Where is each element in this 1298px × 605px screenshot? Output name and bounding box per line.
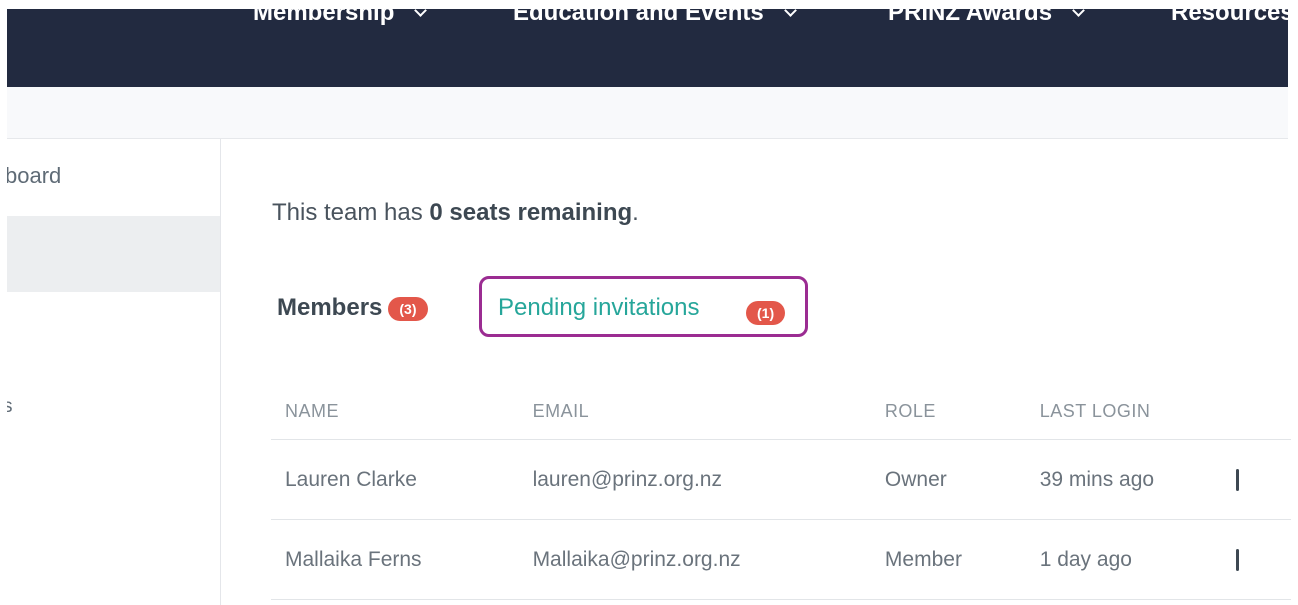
member-email: Mallaika@prinz.org.nz [518, 519, 871, 600]
column-header-email: EMAIL [518, 384, 871, 440]
count-badge: (1) [746, 301, 786, 325]
member-name: Lauren Clarke [271, 439, 519, 520]
column-header-role: ROLE [870, 384, 1026, 440]
member-role: Owner [870, 439, 1026, 520]
sidebar-item-label: board [7, 163, 62, 188]
nav-item-membership[interactable]: Membership [253, 9, 428, 31]
count-badge: (3) [388, 296, 428, 321]
table-row: Mallaika Ferns Mallaika@prinz.org.nz Mem… [271, 519, 1291, 600]
sidebar-item-label: s [7, 396, 13, 417]
member-last-login: 39 mins ago [1025, 439, 1235, 520]
tab-pending-invitations[interactable]: Pending invitations (1) [479, 276, 808, 337]
tab-label: Members [277, 294, 383, 321]
main-content: This team has 0 seats remaining. Members… [221, 139, 1291, 605]
member-role: Member [870, 519, 1026, 600]
sidebar-item-dashboard[interactable]: board [7, 163, 218, 189]
table-row: Lauren Clarke lauren@prinz.org.nz Owner … [271, 439, 1291, 520]
column-header-name: NAME [271, 384, 519, 440]
top-navigation-bar: Membership Education and Events PRINZ Aw… [7, 9, 1288, 87]
nav-item-label: Membership [253, 9, 395, 26]
sidebar-item-active[interactable] [7, 216, 220, 292]
sidebar-item-truncated[interactable]: s [7, 396, 216, 418]
seats-remaining-count: 0 seats remaining [429, 199, 633, 226]
nav-item-label: Resources [1171, 9, 1288, 26]
member-last-login: 1 day ago [1025, 519, 1235, 600]
seats-remaining-text: This team has 0 seats remaining. [272, 199, 639, 226]
chevron-down-icon [1072, 9, 1085, 17]
member-email: lauren@prinz.org.nz [518, 439, 871, 520]
sidebar: board s [7, 139, 221, 605]
tab-label: Pending invitations [498, 294, 700, 321]
column-header-last-login: LAST LOGIN [1025, 384, 1235, 440]
row-actions[interactable] [1234, 519, 1291, 600]
nav-item-label: Education and Events [513, 9, 764, 26]
members-table: NAME EMAIL ROLE LAST LOGIN Lauren Clarke… [271, 384, 1291, 600]
action-icon[interactable] [1236, 468, 1240, 491]
sub-header-bar [7, 87, 1288, 139]
nav-item-prinz-awards[interactable]: PRINZ Awards [888, 9, 1085, 31]
tab-members[interactable]: Members (3) [277, 294, 428, 322]
nav-item-resources[interactable]: Resources [1171, 9, 1288, 31]
member-name: Mallaika Ferns [271, 519, 519, 600]
row-actions[interactable] [1234, 439, 1291, 520]
action-icon[interactable] [1236, 548, 1240, 571]
chevron-down-icon [414, 9, 428, 17]
nav-item-label: PRINZ Awards [888, 9, 1053, 26]
table-header-row: NAME EMAIL ROLE LAST LOGIN [271, 384, 1291, 440]
chevron-down-icon [783, 9, 797, 17]
column-header-actions [1234, 384, 1291, 440]
nav-item-education-and-events[interactable]: Education and Events [513, 9, 797, 31]
